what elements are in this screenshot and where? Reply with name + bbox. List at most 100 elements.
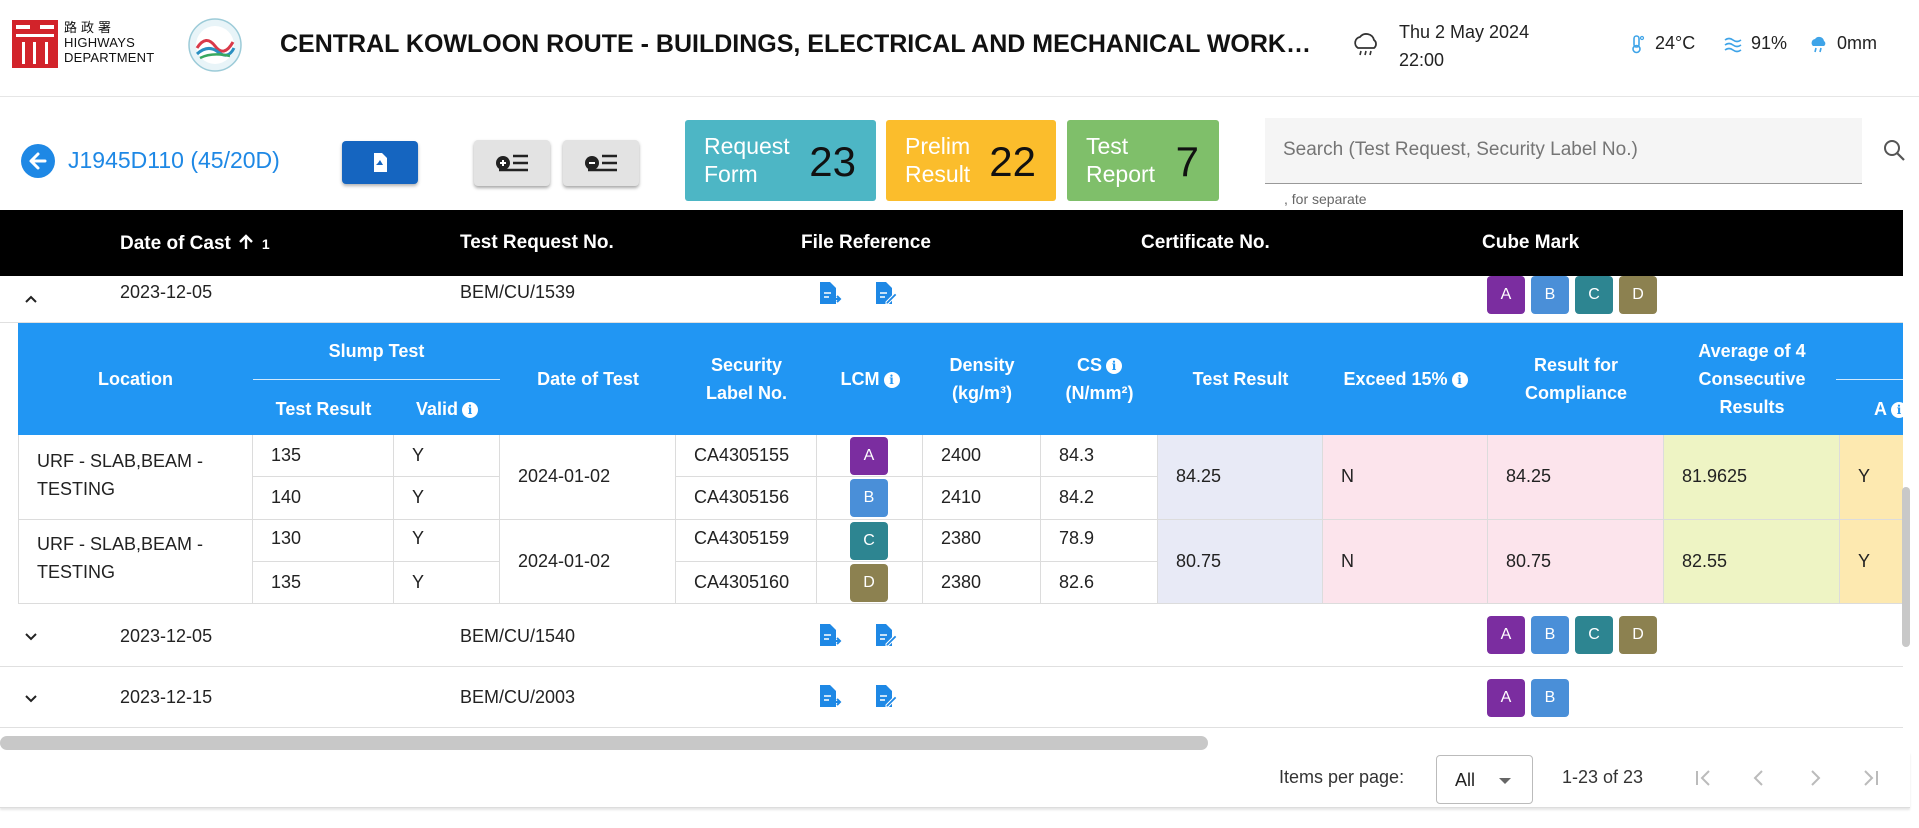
valid-cell: Y bbox=[394, 477, 500, 520]
detail-col-density: Density (kg/m³) bbox=[923, 351, 1041, 407]
last-page-icon[interactable] bbox=[1858, 765, 1884, 791]
security-label-value: CA4305155 bbox=[694, 445, 790, 465]
column-date-of-cast[interactable]: Date of Cast 1 bbox=[120, 232, 270, 255]
test-report-count: 7 bbox=[1175, 138, 1199, 185]
security-label-cell: CA4305155 bbox=[676, 435, 817, 477]
detail-col-cs-line2: (N/mm²) bbox=[1065, 383, 1134, 403]
detail-col-partial: Ai bbox=[1874, 395, 1903, 423]
test-request-no-cell: BEM/CU/1539 bbox=[460, 282, 576, 302]
weather-datetime: Thu 2 May 2024 22:00 bbox=[1399, 18, 1529, 74]
collapse-all-button[interactable] bbox=[563, 140, 639, 186]
info-icon[interactable]: i bbox=[1891, 402, 1903, 418]
lcm-cell: D bbox=[817, 562, 923, 604]
valid-value: Y bbox=[412, 487, 425, 507]
search-field[interactable] bbox=[1265, 118, 1862, 184]
detail-col-valid: Valid i bbox=[394, 395, 500, 423]
file-edit-icon[interactable] bbox=[872, 683, 898, 709]
cube-mark-chip: C bbox=[1575, 616, 1613, 654]
search-input[interactable] bbox=[1283, 136, 1843, 164]
valid-value: Y bbox=[412, 572, 425, 592]
detail-col-average-line2: Consecutive bbox=[1698, 369, 1806, 389]
items-per-page-select[interactable]: All bbox=[1436, 755, 1533, 804]
file-report-button[interactable] bbox=[342, 141, 418, 184]
file-export-icon[interactable] bbox=[816, 683, 842, 709]
first-page-icon[interactable] bbox=[1690, 765, 1716, 791]
column-test-request-no[interactable]: Test Request No. bbox=[460, 232, 614, 254]
detail-col-lcm: LCM i bbox=[817, 365, 923, 393]
detail-col-cs-line1: CS i bbox=[1041, 351, 1158, 379]
table-row[interactable]: 2023-12-05 BEM/CU/1539 ABCD bbox=[0, 276, 1903, 323]
department-name-chinese: 路 政 署 bbox=[64, 20, 112, 35]
app-header: 路 政 署 HIGHWAYS DEPARTMENT CENTRAL KOWLOO… bbox=[0, 0, 1919, 97]
date-of-cast-cell: 2023-12-05 bbox=[120, 626, 213, 646]
humidity-reading: 91% bbox=[1723, 33, 1787, 54]
chevron-down-icon[interactable] bbox=[22, 627, 40, 645]
lcm-chip: A bbox=[850, 437, 888, 475]
table-header: Date of Cast 1 Test Request No. File Refe… bbox=[0, 210, 1903, 276]
prelim-result-count: 22 bbox=[989, 138, 1036, 185]
request-form-label-line1: Request bbox=[704, 133, 790, 159]
expand-all-button[interactable] bbox=[474, 140, 550, 186]
test-result-cell: 84.25 bbox=[1158, 435, 1323, 520]
slump-result-value: 130 bbox=[271, 528, 302, 548]
request-form-label-line2: Form bbox=[704, 161, 758, 187]
detail-col-average-line3: Results bbox=[1719, 397, 1785, 417]
department-name-line2: DEPARTMENT bbox=[64, 50, 155, 65]
info-icon[interactable]: i bbox=[462, 402, 479, 418]
slump-result-cell: 130 bbox=[253, 520, 394, 562]
request-form-stat-button[interactable]: Request Form 23 bbox=[685, 120, 876, 201]
security-label-cell: CA4305156 bbox=[676, 477, 817, 520]
back-button[interactable] bbox=[21, 144, 55, 178]
page-range: 1-23 of 23 bbox=[1562, 767, 1644, 787]
table-row[interactable]: 2023-12-15 BEM/CU/2003 AB bbox=[0, 667, 1903, 728]
info-icon[interactable]: i bbox=[883, 372, 900, 388]
cs-cell: 84.2 bbox=[1041, 477, 1158, 520]
vertical-scrollbar[interactable] bbox=[1902, 487, 1910, 647]
weather-date: Thu 2 May 2024 bbox=[1399, 22, 1530, 42]
test-result-cell: 80.75 bbox=[1158, 520, 1323, 604]
cs-cell: 84.3 bbox=[1041, 435, 1158, 477]
file-export-icon[interactable] bbox=[816, 622, 842, 648]
prelim-result-stat-button[interactable]: Prelim Result 22 bbox=[886, 120, 1056, 201]
column-cube-mark[interactable]: Cube Mark bbox=[1482, 232, 1579, 254]
column-file-reference[interactable]: File Reference bbox=[801, 232, 931, 254]
file-edit-icon[interactable] bbox=[872, 622, 898, 648]
detail-col-compliance-line1: Result for bbox=[1533, 355, 1618, 375]
cs-cell: 78.9 bbox=[1041, 520, 1158, 562]
info-icon[interactable]: i bbox=[1106, 358, 1122, 374]
detail-col-average-line1: Average of 4 bbox=[1698, 341, 1806, 361]
test-report-stat-button[interactable]: Test Report 7 bbox=[1067, 120, 1219, 201]
lcm-cell: C bbox=[817, 520, 923, 562]
detail-col-security-label-line2: Label No. bbox=[705, 383, 787, 403]
lcm-chip: D bbox=[850, 564, 888, 602]
valid-value: Y bbox=[412, 445, 425, 465]
highways-department-logo-icon bbox=[12, 20, 58, 68]
table-row[interactable]: 2023-12-05 BEM/CU/1540 ABCD bbox=[0, 605, 1903, 667]
location-line1: URF - SLAB,BEAM - bbox=[37, 534, 204, 554]
exceed-cell: N bbox=[1323, 435, 1488, 520]
cs-value: 84.2 bbox=[1059, 487, 1095, 507]
weather-time: 22:00 bbox=[1399, 50, 1445, 70]
next-page-icon[interactable] bbox=[1802, 765, 1828, 791]
cube-mark-chips: ABCD bbox=[1487, 616, 1663, 654]
detail-col-slump-result: Test Result bbox=[275, 399, 372, 419]
cs-value: 82.6 bbox=[1059, 572, 1095, 592]
detail-col-security-label: Security Label No. bbox=[676, 351, 817, 407]
cube-mark-chip: B bbox=[1531, 276, 1569, 314]
chevron-up-icon[interactable] bbox=[22, 290, 40, 308]
search-icon[interactable] bbox=[1882, 138, 1906, 162]
file-edit-icon[interactable] bbox=[872, 280, 898, 306]
horizontal-scrollbar[interactable] bbox=[0, 736, 1208, 750]
test-result-value: 84.25 bbox=[1176, 466, 1222, 486]
file-export-icon[interactable] bbox=[816, 280, 842, 306]
test-request-no-cell: BEM/CU/2003 bbox=[460, 687, 576, 707]
column-certificate-no[interactable]: Certificate No. bbox=[1141, 232, 1270, 254]
lcm-chip: C bbox=[850, 522, 888, 560]
humidity-waves-icon bbox=[1724, 37, 1742, 52]
security-label-value: CA4305160 bbox=[694, 572, 790, 592]
info-icon[interactable]: i bbox=[1451, 372, 1468, 388]
average-cell: 82.55 bbox=[1664, 520, 1840, 604]
chevron-down-icon[interactable] bbox=[22, 689, 40, 707]
department-name: 路 政 署 HIGHWAYS DEPARTMENT bbox=[64, 20, 154, 65]
previous-page-icon[interactable] bbox=[1746, 765, 1772, 791]
